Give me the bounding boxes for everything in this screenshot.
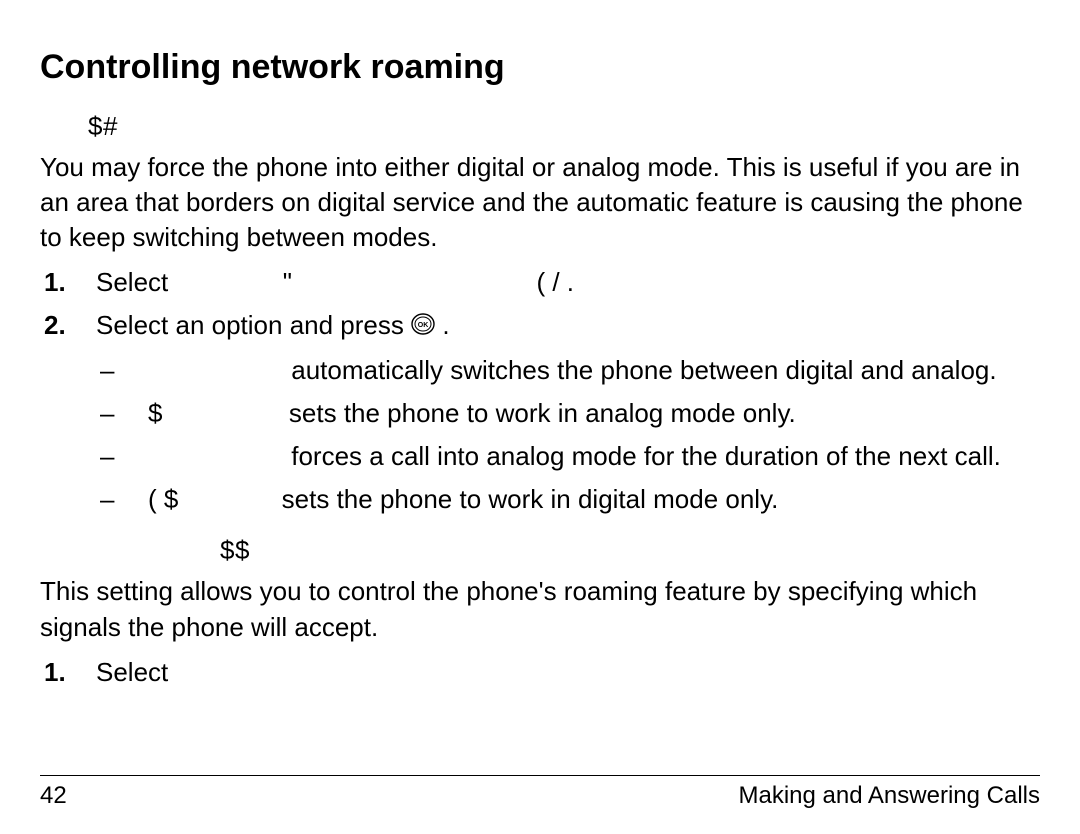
option-analog-only: $ sets the phone to work in analog mode …	[96, 396, 1040, 431]
subhead-1: $#	[88, 111, 1040, 142]
option-text: automatically switches the phone between…	[291, 355, 996, 385]
svg-text:OK: OK	[418, 322, 429, 329]
step-2-lead: Select an option and press	[96, 310, 404, 340]
step-1-mid: "	[283, 267, 292, 297]
option-analog-call: forces a call into analog mode for the d…	[96, 439, 1040, 474]
option-text: sets the phone to work in analog mode on…	[289, 398, 796, 428]
step-1: Select " ( / .	[40, 265, 1040, 300]
step-1-lead: Select	[96, 267, 168, 297]
option-text: sets the phone to work in digital mode o…	[282, 484, 779, 514]
step-2: Select an option and press OK . automati…	[40, 308, 1040, 517]
option-digital-only: ( $ sets the phone to work in digital mo…	[96, 482, 1040, 517]
step-1-tail: ( / .	[536, 267, 574, 297]
ok-key-icon: OK	[411, 310, 435, 345]
intro-paragraph-2: This setting allows you to control the p…	[40, 574, 1040, 644]
subhead-2: $$	[220, 535, 1040, 566]
step-2-tail: .	[442, 310, 449, 340]
option-automatic: automatically switches the phone between…	[96, 353, 1040, 388]
option-text: forces a call into analog mode for the d…	[291, 441, 1001, 471]
footer-rule	[40, 775, 1040, 776]
page-number: 42	[40, 782, 67, 810]
chapter-title: Making and Answering Calls	[739, 782, 1041, 810]
option-prefix: ( $	[148, 482, 260, 517]
option-prefix: $	[148, 396, 260, 431]
page-footer: 42 Making and Answering Calls	[40, 775, 1040, 810]
section2-step-1: Select	[40, 655, 1040, 690]
section-title: Controlling network roaming	[40, 48, 1040, 87]
intro-paragraph-1: You may force the phone into either digi…	[40, 150, 1040, 255]
step-text: Select	[96, 657, 168, 687]
